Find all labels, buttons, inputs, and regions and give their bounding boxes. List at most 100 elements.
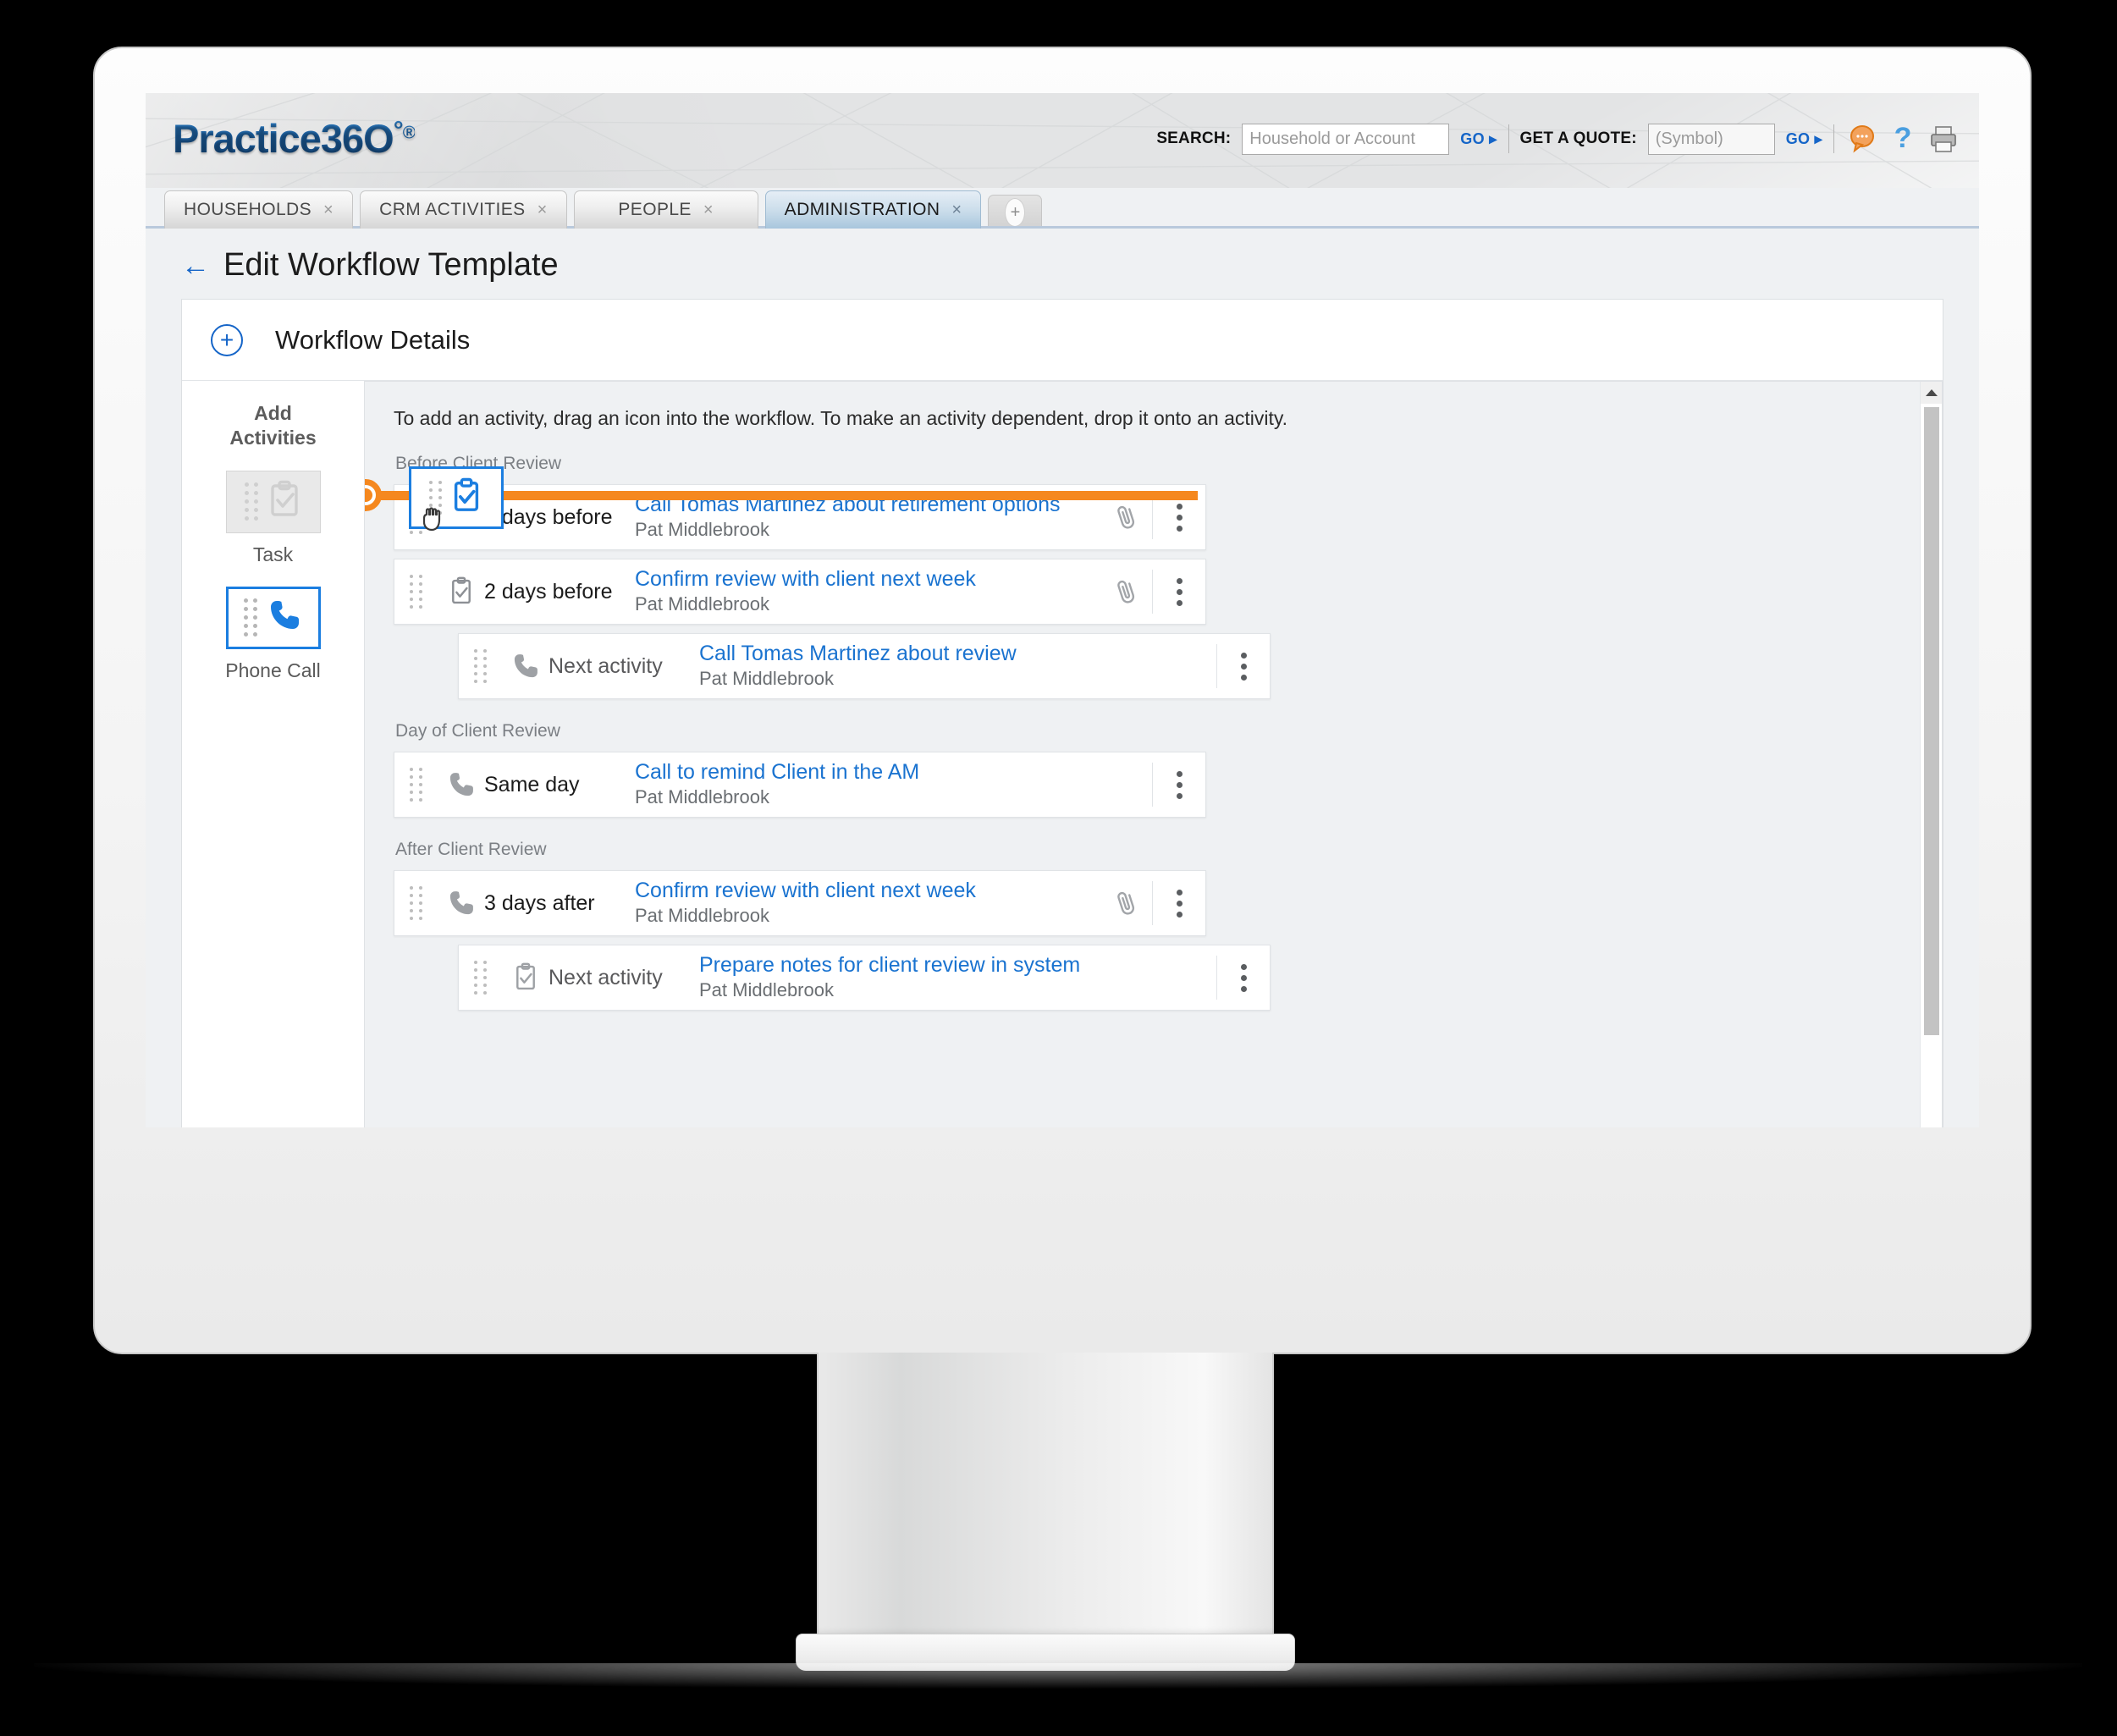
phone-icon: [438, 888, 484, 918]
chat-bubble-icon[interactable]: [1845, 122, 1879, 156]
scrollbar-thumb[interactable]: [1924, 407, 1939, 1035]
attachment-icon[interactable]: [1101, 889, 1152, 918]
activity-row[interactable]: 3 days after Confirm review with client …: [394, 870, 1206, 936]
app-logo: Practice36O°®: [173, 115, 416, 162]
logo-registered-mark: ®: [402, 123, 416, 143]
palette-title-line2: Activities: [229, 426, 317, 449]
instructions-text: To add an activity, drag an icon into th…: [394, 407, 1288, 429]
activity-titles: Call to remind Client in the AM Pat Midd…: [635, 760, 1152, 809]
logo-degree: °: [393, 116, 404, 145]
section-label-before: Before Client Review: [395, 454, 562, 473]
drag-handle-icon[interactable]: [459, 649, 503, 683]
drag-handle-icon[interactable]: [459, 961, 503, 995]
row-menu-button[interactable]: [1217, 963, 1270, 992]
activity-timing: 3 days after: [484, 890, 595, 915]
palette-item-task[interactable]: [225, 470, 321, 533]
grabbing-hand-cursor: [416, 500, 453, 539]
add-tab-button[interactable]: +: [988, 195, 1043, 229]
activity-title-link[interactable]: Call to remind Client in the AM: [635, 760, 1152, 784]
scroll-up-arrow-icon[interactable]: [1921, 382, 1942, 404]
drag-handle-icon[interactable]: [394, 886, 438, 920]
add-activities-palette: Add Activities Task Phone Call: [182, 381, 364, 1127]
drag-handle-icon[interactable]: [244, 482, 258, 521]
row-menu-button[interactable]: [1153, 770, 1205, 799]
search-label: SEARCH:: [1156, 130, 1232, 147]
activity-timing: Next activity: [549, 965, 663, 989]
search-go-button[interactable]: GO ▸: [1460, 130, 1497, 148]
logo-text: Practice36O: [173, 116, 394, 161]
screen-content: Practice36O°® SEARCH: Household or Accou…: [146, 93, 1979, 1127]
activity-owner: Pat Middlebrook: [635, 786, 769, 808]
drag-handle-icon[interactable]: [243, 598, 257, 637]
activity-title-link[interactable]: Call Tomas Martinez about review: [699, 642, 1216, 665]
tab-people[interactable]: PEOPLE ×: [573, 190, 758, 229]
divider: [1833, 124, 1834, 153]
tab-close-icon[interactable]: ×: [538, 201, 548, 220]
activity-row[interactable]: Next activity Call Tomas Martinez about …: [458, 633, 1271, 699]
activity-title-link[interactable]: Confirm review with client next week: [635, 567, 1101, 591]
workflow-details-header: + Workflow Details: [182, 300, 1943, 381]
header-tools: SEARCH: Household or Account GO ▸ GET A …: [1156, 122, 1960, 156]
activity-owner: Pat Middlebrook: [635, 593, 769, 615]
drop-indicator-ring: [365, 479, 382, 511]
activity-timing: Same day: [484, 772, 580, 796]
tab-close-icon[interactable]: ×: [323, 201, 334, 220]
expand-workflow-details-icon[interactable]: +: [211, 323, 243, 356]
activity-title-link[interactable]: Call Tomas Martinez about retirement opt…: [635, 493, 1101, 516]
printer-icon[interactable]: [1927, 122, 1960, 156]
drag-handle-icon[interactable]: [394, 768, 438, 802]
attachment-icon[interactable]: [1101, 503, 1152, 532]
workflow-body: Add Activities Task Phone Call To add an…: [182, 381, 1943, 1127]
drag-handle-icon[interactable]: [394, 575, 438, 609]
row-menu-button[interactable]: [1153, 889, 1205, 918]
activity-titles: Call Tomas Martinez about review Pat Mid…: [699, 642, 1216, 691]
activity-row[interactable]: Same day Call to remind Client in the AM…: [394, 752, 1206, 818]
activity-owner: Pat Middlebrook: [635, 519, 769, 541]
activity-row[interactable]: 3 days before Call Tomas Martinez about …: [394, 484, 1206, 550]
phone-icon: [438, 769, 484, 800]
tab-close-icon[interactable]: ×: [703, 201, 714, 220]
activity-row[interactable]: 2 days before Confirm review with client…: [394, 559, 1206, 625]
palette-title-line1: Add: [254, 402, 292, 424]
phone-icon: [503, 651, 549, 681]
clipboard-check-icon: [267, 480, 302, 523]
tab-close-icon[interactable]: ×: [951, 201, 962, 220]
activity-titles: Confirm review with client next week Pat…: [635, 879, 1101, 928]
palette-title: Add Activities: [182, 401, 364, 450]
tab-administration[interactable]: ADMINISTRATION ×: [764, 190, 982, 229]
plus-icon: +: [1005, 197, 1026, 227]
activity-titles: Call Tomas Martinez about retirement opt…: [635, 493, 1101, 542]
row-menu-button[interactable]: [1153, 577, 1205, 606]
tab-crm-activities[interactable]: CRM ACTIVITIES ×: [360, 190, 567, 229]
activity-timing: Next activity: [549, 653, 663, 678]
quote-label: GET A QUOTE:: [1519, 130, 1637, 147]
question-mark-icon[interactable]: ?: [1890, 122, 1916, 156]
divider: [1508, 124, 1509, 153]
quote-symbol-input[interactable]: (Symbol): [1647, 123, 1775, 155]
app-header: Practice36O°® SEARCH: Household or Accou…: [146, 93, 1979, 188]
workflow-panel: + Workflow Details Add Activities Task P…: [181, 299, 1943, 1127]
palette-label-task: Task: [252, 543, 294, 565]
phone-icon: [266, 597, 303, 638]
activity-titles: Confirm review with client next week Pat…: [635, 567, 1101, 616]
monitor-stand-neck: [817, 1353, 1274, 1645]
tab-households[interactable]: HOUSEHOLDS ×: [164, 190, 354, 229]
activity-timing: 3 days before: [484, 504, 613, 529]
back-arrow-icon[interactable]: ←: [181, 251, 210, 280]
clipboard-check-icon: [503, 961, 549, 995]
activity-title-link[interactable]: Confirm review with client next week: [635, 879, 1101, 902]
section-label-day-of: Day of Client Review: [395, 721, 560, 741]
tab-label: ADMINISTRATION: [784, 200, 940, 219]
row-menu-button[interactable]: [1153, 503, 1205, 532]
attachment-icon[interactable]: [1101, 577, 1152, 606]
search-input[interactable]: Household or Account: [1242, 123, 1450, 155]
activity-title-link[interactable]: Prepare notes for client review in syste…: [699, 953, 1216, 977]
tab-bar: HOUSEHOLDS × CRM ACTIVITIES × PEOPLE × A…: [146, 188, 1979, 229]
row-menu-button[interactable]: [1217, 652, 1270, 681]
palette-item-phone-call[interactable]: [225, 586, 321, 649]
vertical-scrollbar[interactable]: [1920, 382, 1942, 1127]
activity-row[interactable]: Next activity Prepare notes for client r…: [458, 945, 1271, 1011]
desk-shadow: [34, 1663, 2082, 1689]
activity-owner: Pat Middlebrook: [699, 668, 834, 690]
quote-go-button[interactable]: GO ▸: [1786, 130, 1822, 148]
